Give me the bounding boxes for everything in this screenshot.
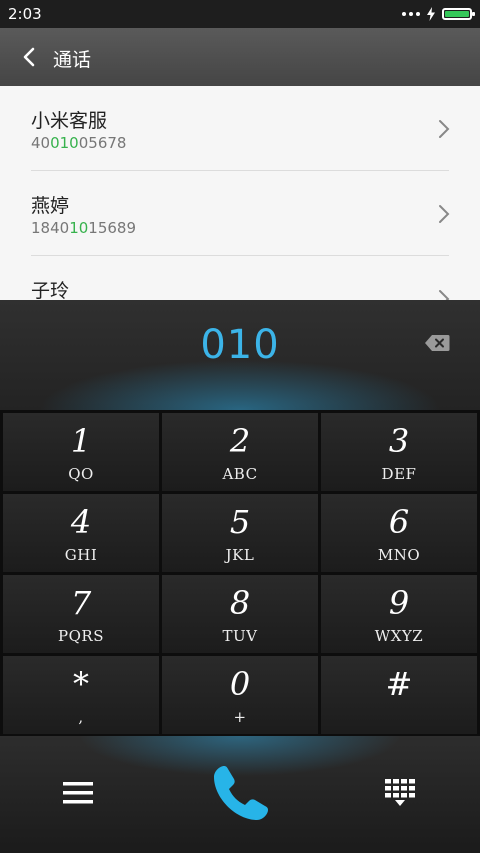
contact-number: 4001005678 bbox=[31, 134, 127, 152]
key-hash[interactable]: # bbox=[321, 656, 477, 734]
contact-name: 燕婷 bbox=[31, 195, 70, 217]
key-star[interactable]: *, bbox=[3, 656, 159, 734]
dialpad-icon[interactable] bbox=[384, 778, 416, 808]
chevron-right-icon bbox=[439, 205, 450, 223]
key-1[interactable]: 1 QO bbox=[3, 413, 159, 491]
key-7[interactable]: 7 PQRS bbox=[3, 575, 159, 653]
key-6[interactable]: 6 MNO bbox=[321, 494, 477, 572]
key-2[interactable]: 2 ABC bbox=[162, 413, 318, 491]
chevron-left-icon[interactable] bbox=[18, 45, 42, 69]
title-bar: 通话 bbox=[0, 28, 480, 86]
contact-number: 18401015689 bbox=[31, 219, 136, 237]
chevron-right-icon bbox=[439, 290, 450, 300]
key-9[interactable]: 9 WXYZ bbox=[321, 575, 477, 653]
contact-row[interactable]: 子玲 bbox=[31, 256, 450, 300]
keypad: 1 QO 2 ABC 3 DEF 4 GHI 5 JKL 6 MNO 7 PQRS 8 TUV … bbox=[0, 410, 480, 736]
dialer-panel: 010 1 QO 2 ABC 3 DEF 4 GHI 5 JKL 6 MNO 7 PQRS 8… bbox=[0, 300, 480, 853]
number-match-highlight: 010 bbox=[50, 134, 79, 152]
dialer-action-bar bbox=[0, 736, 480, 853]
contact-name: 小米客服 bbox=[31, 110, 108, 132]
status-time: 2:03 bbox=[8, 5, 42, 23]
number-match-highlight: 10 bbox=[69, 219, 89, 237]
status-icons bbox=[402, 6, 475, 22]
contact-name: 子玲 bbox=[31, 280, 70, 300]
key-3[interactable]: 3 DEF bbox=[321, 413, 477, 491]
dial-display: 010 bbox=[0, 300, 480, 410]
dial-number-input[interactable]: 010 bbox=[0, 322, 480, 368]
contact-row[interactable]: 小米客服 4001005678 bbox=[31, 86, 450, 171]
page-title: 通话 bbox=[53, 49, 92, 71]
more-dots-icon bbox=[402, 12, 420, 16]
menu-icon[interactable] bbox=[62, 780, 94, 806]
backspace-icon[interactable] bbox=[424, 334, 450, 352]
phone-icon[interactable] bbox=[210, 762, 272, 824]
key-4[interactable]: 4 GHI bbox=[3, 494, 159, 572]
battery-icon bbox=[442, 8, 475, 20]
contact-list: 小米客服 4001005678 燕婷 18401015689 子玲 bbox=[0, 86, 480, 300]
status-bar: 2:03 bbox=[0, 0, 480, 28]
key-5[interactable]: 5 JKL bbox=[162, 494, 318, 572]
chevron-right-icon bbox=[439, 120, 450, 138]
key-0[interactable]: 0 + bbox=[162, 656, 318, 734]
contact-row[interactable]: 燕婷 18401015689 bbox=[31, 171, 450, 256]
charging-bolt-icon bbox=[427, 7, 435, 21]
key-8[interactable]: 8 TUV bbox=[162, 575, 318, 653]
